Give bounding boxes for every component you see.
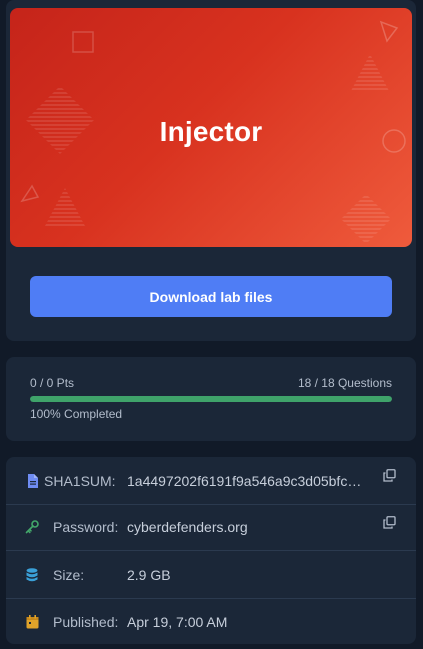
- lab-title: Injector: [159, 116, 263, 147]
- password-row: Password: cyberdefenders.org: [6, 503, 416, 551]
- password-value: cyberdefenders.org: [127, 518, 248, 535]
- size-value: 2.9 GB: [127, 566, 171, 583]
- database-icon: [25, 567, 39, 582]
- copy-icon[interactable]: [383, 469, 396, 482]
- questions-count: 18 / 18 Questions: [297, 376, 392, 390]
- completion-text: 100% Completed: [30, 407, 123, 421]
- calendar-icon: [25, 615, 39, 629]
- download-lab-files-button[interactable]: Download lab files: [30, 276, 392, 317]
- sha1-value: 1a4497202f6191f9a546a9c3d05bfc…: [127, 472, 362, 489]
- lab-hero-card: Injector Download lab files: [6, 0, 416, 341]
- copy-icon[interactable]: [383, 516, 396, 529]
- sha1-label: SHA1SUM:: [44, 472, 116, 489]
- size-label: Size:: [53, 566, 85, 583]
- password-label: Password:: [53, 518, 119, 535]
- size-row: Size: 2.9 GB: [6, 551, 416, 599]
- lab-banner: Injector: [10, 8, 412, 247]
- published-value: Apr 19, 7:00 AM: [127, 614, 228, 630]
- progress-bar: [30, 396, 392, 402]
- progress-bar-fill: [30, 396, 392, 402]
- points-text: 0 / 0 Pts: [30, 376, 75, 390]
- progress-card: 0 / 0 Pts 18 / 18 Questions 100% Complet…: [6, 357, 416, 441]
- lab-info-card: SHA1SUM: 1a4497202f6191f9a546a9c3d05bfc……: [6, 457, 416, 644]
- sha1-row: SHA1SUM: 1a4497202f6191f9a546a9c3d05bfc…: [6, 457, 416, 505]
- published-label: Published:: [53, 614, 119, 630]
- document-icon: [25, 473, 39, 488]
- key-icon: [25, 519, 39, 534]
- published-row: Published: Apr 19, 7:00 AM: [6, 598, 416, 646]
